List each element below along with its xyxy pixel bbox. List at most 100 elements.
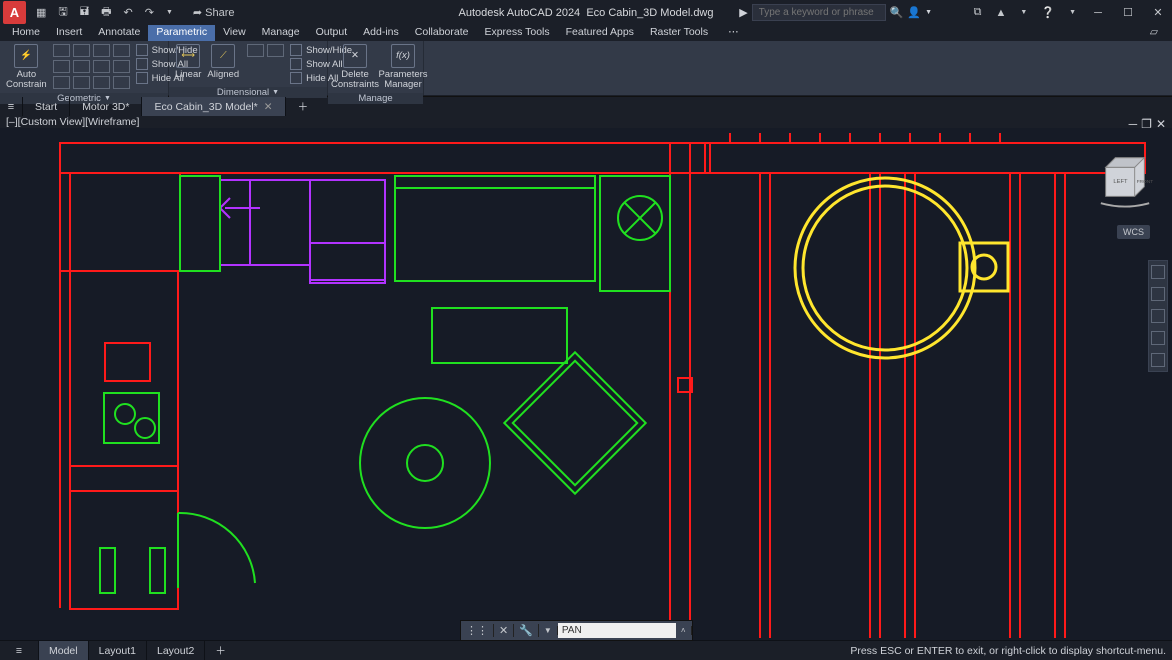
status-bar: ≡ Model Layout1 Layout2 ＋ Press ESC or E… bbox=[0, 640, 1172, 660]
help-icon[interactable]: ❔ bbox=[1041, 6, 1055, 19]
auto-constrain-button[interactable]: ⚡ Auto Constrain bbox=[6, 44, 47, 90]
nav-pan-icon[interactable] bbox=[1151, 287, 1165, 301]
ribbon: ⚡ Auto Constrain Show/Hide Show All Hide… bbox=[0, 41, 1172, 96]
title-right-controls: ⧉ ▲ ▼ ❔ ▼ ─ ☐ ✕ bbox=[974, 6, 1166, 19]
viewport-label[interactable]: [–][Custom View][Wireframe] bbox=[6, 116, 139, 128]
menu-addins[interactable]: Add-ins bbox=[355, 25, 407, 41]
menu-bar: Home Insert Annotate Parametric View Man… bbox=[0, 25, 1172, 41]
tab-add-button[interactable]: ＋ bbox=[286, 97, 321, 116]
file-tabs: ≡ Start Motor 3D* Eco Cabin_3D Model* ✕ … bbox=[0, 96, 1172, 116]
menu-parametric[interactable]: Parametric bbox=[148, 25, 215, 41]
menu-insert[interactable]: Insert bbox=[48, 25, 90, 41]
cmd-options-icon[interactable]: 🔧 bbox=[514, 624, 539, 637]
menu-collaborate[interactable]: Collaborate bbox=[407, 25, 477, 41]
help-dropdown[interactable]: ▼ bbox=[1069, 9, 1076, 16]
qat-save-icon[interactable]: 🖫 bbox=[58, 3, 67, 22]
tab-start[interactable]: Start bbox=[23, 97, 70, 116]
linear-icon: ⟷ bbox=[176, 44, 200, 68]
qat-dropdown-icon[interactable]: ▼ bbox=[166, 9, 173, 16]
tab-ecocabin[interactable]: Eco Cabin_3D Model* ✕ bbox=[142, 97, 285, 116]
menu-manage[interactable]: Manage bbox=[254, 25, 308, 41]
status-hint: Press ESC or ENTER to exit, or right-cli… bbox=[850, 645, 1172, 657]
qat-redo-icon[interactable]: ↷ bbox=[145, 6, 154, 19]
tab-close-icon[interactable]: ✕ bbox=[264, 101, 273, 113]
file-tabs-menu-icon[interactable]: ≡ bbox=[0, 97, 23, 116]
navigation-bar bbox=[1148, 260, 1168, 372]
aligned-label: Aligned bbox=[207, 70, 239, 80]
cmd-history-icon[interactable]: ˄ bbox=[676, 626, 692, 635]
command-input[interactable] bbox=[558, 623, 676, 638]
aligned-icon: ⟋ bbox=[211, 44, 235, 68]
menu-expand-icon[interactable]: ⋯ bbox=[720, 25, 747, 41]
share-button[interactable]: ➦Share bbox=[193, 6, 235, 19]
exchange-icon[interactable]: ⧉ bbox=[974, 6, 982, 19]
viewcube-left-label: LEFT bbox=[1113, 179, 1128, 185]
auto-constrain-icon: ⚡ bbox=[14, 44, 38, 68]
linear-button[interactable]: ⟷ Linear bbox=[175, 44, 201, 80]
svg-text:FRONT: FRONT bbox=[1137, 179, 1154, 185]
vp-minimize-icon[interactable]: ─ bbox=[1129, 117, 1138, 131]
layout-tab-layout2[interactable]: Layout2 bbox=[147, 641, 205, 660]
autodesk-icon[interactable]: ▲ bbox=[996, 7, 1007, 19]
share-label: Share bbox=[205, 7, 234, 19]
parameters-manager-label: Parameters Manager bbox=[378, 70, 427, 90]
tab-motor3d[interactable]: Motor 3D* bbox=[70, 97, 142, 116]
qat-print-icon[interactable]: 🖶 bbox=[101, 3, 111, 22]
nav-orbit-icon[interactable] bbox=[1151, 331, 1165, 345]
delete-constraints-label: Delete Constraints bbox=[331, 70, 379, 90]
menu-annotate[interactable]: Annotate bbox=[90, 25, 148, 41]
signin-dropdown-icon[interactable]: ▼ bbox=[925, 9, 932, 16]
cmd-dropdown-icon[interactable]: ▼ bbox=[539, 626, 558, 635]
vp-restore-icon[interactable]: ❐ bbox=[1141, 117, 1152, 131]
minimize-button[interactable]: ─ bbox=[1090, 7, 1106, 19]
menu-output[interactable]: Output bbox=[308, 25, 356, 41]
tab-ecocabin-label: Eco Cabin_3D Model* bbox=[154, 101, 257, 113]
wcs-badge[interactable]: WCS bbox=[1117, 225, 1150, 239]
maximize-button[interactable]: ☐ bbox=[1120, 6, 1136, 19]
panel-dimensional: ⟷ Linear ⟋ Aligned Show/Hide Show All Hi… bbox=[169, 41, 328, 95]
quick-access-toolbar: ▦ 🖫 🖬 🖶 ↶ ↷ ▼ ➦Share bbox=[36, 3, 234, 22]
qat-open-icon[interactable]: ▦ bbox=[36, 6, 46, 19]
autodesk-dropdown[interactable]: ▼ bbox=[1020, 9, 1027, 16]
title-search-area: ▶ 🔍 👤 ▼ bbox=[739, 4, 932, 21]
menu-rastertools[interactable]: Raster Tools bbox=[642, 25, 716, 41]
view-cube[interactable]: LEFT FRONT bbox=[1096, 150, 1154, 208]
auto-constrain-label: Auto Constrain bbox=[6, 70, 47, 90]
nav-showmotion-icon[interactable] bbox=[1151, 353, 1165, 367]
close-button[interactable]: ✕ bbox=[1150, 6, 1166, 19]
command-bar: ⋮⋮ ✕ 🔧 ▼ ˄ bbox=[460, 620, 693, 641]
status-menu-icon[interactable]: ≡ bbox=[0, 641, 39, 660]
aligned-button[interactable]: ⟋ Aligned bbox=[207, 44, 239, 80]
parameters-manager-button[interactable]: f(x) Parameters Manager bbox=[382, 44, 424, 90]
search-icon[interactable]: 🔍 bbox=[890, 6, 904, 19]
nav-wheel-icon[interactable] bbox=[1151, 265, 1165, 279]
cmd-close-icon[interactable]: ✕ bbox=[494, 624, 514, 637]
signin-icon[interactable]: 👤 bbox=[907, 6, 921, 19]
menu-view[interactable]: View bbox=[215, 25, 254, 41]
menu-expresstools[interactable]: Express Tools bbox=[476, 25, 557, 41]
cmd-expand-icon[interactable]: ⋮⋮ bbox=[461, 624, 494, 637]
panel-geometric: ⚡ Auto Constrain Show/Hide Show All Hide… bbox=[0, 41, 169, 95]
layout-add-button[interactable]: ＋ bbox=[205, 641, 236, 660]
search-input[interactable] bbox=[752, 4, 886, 21]
viewport-window-controls: ─ ❐ ✕ bbox=[1129, 117, 1166, 131]
qat-saveas-icon[interactable]: 🖬 bbox=[80, 3, 89, 22]
ribbon-minimize-icon[interactable]: ▱ bbox=[1142, 25, 1166, 41]
parameters-manager-icon: f(x) bbox=[391, 44, 415, 68]
layout-tab-model[interactable]: Model bbox=[39, 641, 89, 660]
search-prefix-icon: ▶ bbox=[739, 6, 747, 19]
menu-home[interactable]: Home bbox=[4, 25, 48, 41]
linear-label: Linear bbox=[175, 70, 201, 80]
qat-undo-icon[interactable]: ↶ bbox=[124, 6, 133, 19]
constraint-grid[interactable] bbox=[53, 44, 130, 89]
nav-zoom-icon[interactable] bbox=[1151, 309, 1165, 323]
panel-manage: ✕ Delete Constraints f(x) Parameters Man… bbox=[328, 41, 424, 95]
layout-tab-layout1[interactable]: Layout1 bbox=[89, 641, 147, 660]
drawing-canvas[interactable] bbox=[0, 128, 1172, 641]
delete-constraints-button[interactable]: ✕ Delete Constraints bbox=[334, 44, 376, 90]
menu-featuredapps[interactable]: Featured Apps bbox=[558, 25, 642, 41]
vp-close-icon[interactable]: ✕ bbox=[1156, 117, 1166, 131]
panel-manage-title: Manage bbox=[358, 93, 392, 104]
app-logo[interactable]: A bbox=[3, 1, 26, 24]
title-bar: A ▦ 🖫 🖬 🖶 ↶ ↷ ▼ ➦Share Autodesk AutoCAD … bbox=[0, 0, 1172, 25]
